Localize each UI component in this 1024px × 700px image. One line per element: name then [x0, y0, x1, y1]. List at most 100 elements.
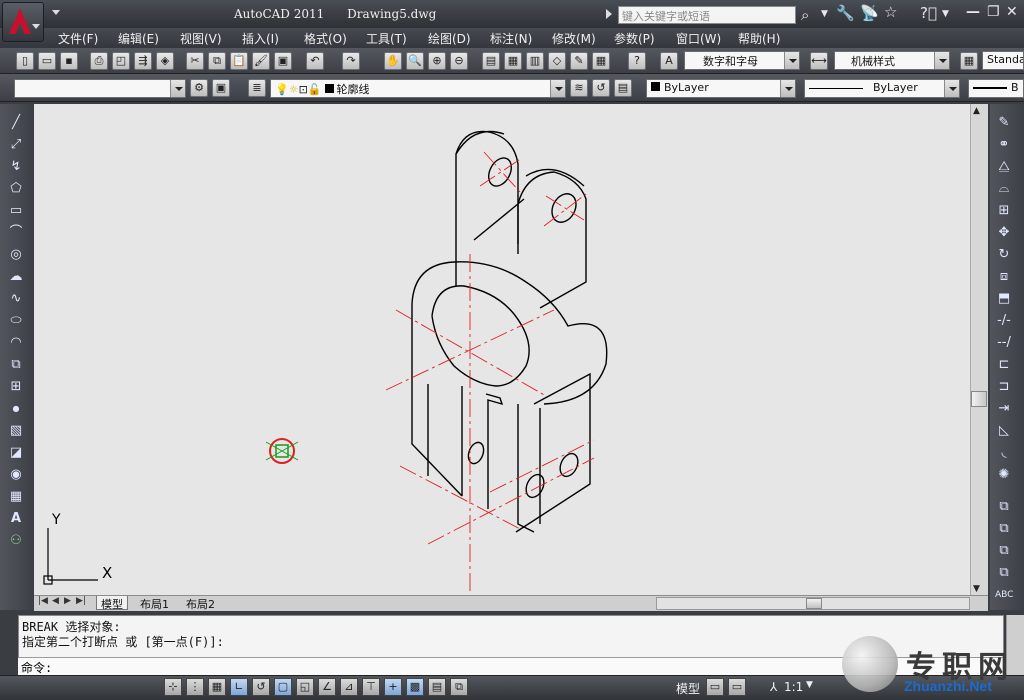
chevron-down-icon[interactable] — [170, 80, 185, 97]
menu-view[interactable]: 视图(V) — [180, 30, 222, 47]
dim-style-combo[interactable]: 机械样式 — [834, 51, 950, 70]
menu-format[interactable]: 格式(O) — [304, 30, 347, 47]
make-layer-current-icon[interactable]: ≋ — [570, 79, 588, 97]
quickcalc-icon[interactable]: ▦ — [592, 52, 610, 70]
text-icon[interactable]: A — [7, 510, 25, 528]
zoom-realtime-icon[interactable]: 🔍 — [406, 52, 424, 70]
fillet-icon[interactable]: ◟ — [995, 444, 1013, 462]
hatch-icon[interactable]: ▧ — [7, 422, 25, 440]
workspace-combo[interactable] — [14, 79, 186, 98]
send-back-icon[interactable]: ⧉ — [995, 520, 1013, 538]
table-style-combo[interactable]: Standa — [982, 51, 1024, 70]
search-expand-icon[interactable] — [606, 9, 612, 19]
array-icon[interactable]: ⊞ — [995, 202, 1013, 220]
favorites-star-icon[interactable]: ☆ — [884, 4, 897, 20]
bring-above-icon[interactable]: ⧉ — [995, 542, 1013, 560]
layer-previous-icon[interactable]: ↺ — [592, 79, 610, 97]
redo-icon[interactable]: ↷ — [342, 52, 360, 70]
make-block-icon[interactable]: ⊞ — [7, 378, 25, 396]
help-icon[interactable]: ?⃝ — [920, 5, 937, 21]
quick-properties-icon[interactable]: ▤ — [428, 678, 446, 696]
tab-next-icon[interactable]: ▶ — [64, 596, 71, 606]
restore-button[interactable]: ❐ — [987, 4, 1000, 20]
polar-tracking-icon[interactable]: ↺ — [252, 678, 270, 696]
tab-layout2[interactable]: 布局2 — [182, 596, 219, 611]
chamfer-icon[interactable]: ◺ — [995, 422, 1013, 440]
cut-icon[interactable]: ✂ — [186, 52, 204, 70]
revision-cloud-icon[interactable]: ☁ — [7, 268, 25, 286]
zoom-window-icon[interactable]: ⊕ — [428, 52, 446, 70]
application-menu-button[interactable] — [2, 2, 44, 42]
ellipse-arc-icon[interactable]: ◠ — [7, 334, 25, 352]
ellipse-icon[interactable]: ⬭ — [7, 312, 25, 330]
menu-insert[interactable]: 插入(I) — [242, 30, 279, 47]
color-combo[interactable]: ByLayer — [646, 79, 796, 98]
menu-edit[interactable]: 编辑(E) — [118, 30, 159, 47]
text-front-icon[interactable]: ABC — [995, 586, 1013, 604]
tab-last-icon[interactable]: ▶| — [76, 596, 86, 606]
close-button[interactable]: ✕ — [1006, 4, 1018, 20]
region-icon[interactable]: ◉ — [7, 466, 25, 484]
workspace-settings-icon[interactable]: ⚙ — [190, 79, 208, 97]
binoculars-icon[interactable]: ⌕ — [801, 7, 809, 23]
otrack-icon[interactable]: ∠ — [318, 678, 336, 696]
menu-file[interactable]: 文件(F) — [58, 30, 98, 47]
table-style-icon[interactable]: ▦ — [960, 52, 978, 70]
menu-draw[interactable]: 绘图(D) — [428, 30, 471, 47]
drawing-canvas[interactable]: Y X — [34, 104, 970, 595]
table-icon[interactable]: ▦ — [7, 488, 25, 506]
chevron-down-icon[interactable] — [934, 52, 949, 69]
join-icon[interactable]: ⇥ — [995, 400, 1013, 418]
offset-icon[interactable]: ⌓ — [995, 180, 1013, 198]
send-under-icon[interactable]: ⧉ — [995, 564, 1013, 582]
vertical-scroll-thumb[interactable] — [971, 391, 987, 407]
ortho-mode-icon[interactable]: ∟ — [230, 678, 248, 696]
break-at-point-icon[interactable]: ⊏ — [995, 356, 1013, 374]
move-icon[interactable]: ✥ — [995, 224, 1013, 242]
zoom-previous-icon[interactable]: ⊖ — [450, 52, 468, 70]
customize-icon[interactable]: ▣ — [212, 79, 230, 97]
menu-dimension[interactable]: 标注(N) — [490, 30, 532, 47]
menu-window[interactable]: 窗口(W) — [676, 30, 721, 47]
save-icon[interactable]: ▪ — [60, 52, 78, 70]
plot-preview-icon[interactable]: ◰ — [112, 52, 130, 70]
chevron-down-icon[interactable] — [550, 80, 565, 97]
match-properties-icon[interactable]: 🖌 — [252, 52, 270, 70]
line-icon[interactable]: ╱ — [7, 114, 25, 132]
polyline-icon[interactable]: ↯ — [7, 158, 25, 176]
copy-icon[interactable]: ⚭ — [995, 136, 1013, 154]
annotation-scale-value[interactable]: 1:1 — [784, 680, 803, 694]
subscription-center-icon[interactable]: 🔧 — [836, 5, 855, 21]
chevron-down-icon[interactable] — [784, 52, 799, 69]
linetype-combo[interactable]: ByLayer — [804, 79, 960, 98]
selection-cycling-icon[interactable]: ⧉ — [450, 678, 468, 696]
stretch-icon[interactable]: ⬒ — [995, 290, 1013, 308]
gradient-icon[interactable]: ◪ — [7, 444, 25, 462]
menu-tools[interactable]: 工具(T) — [366, 30, 407, 47]
circle-icon[interactable]: ◎ — [7, 246, 25, 264]
chevron-down-icon[interactable] — [780, 80, 795, 97]
tool-palettes-icon[interactable]: ▥ — [526, 52, 544, 70]
transparency-icon[interactable]: ▩ — [406, 678, 424, 696]
chevron-down-icon[interactable] — [944, 80, 959, 97]
spline-icon[interactable]: ∿ — [7, 290, 25, 308]
publish-icon[interactable]: ⇶ — [134, 52, 152, 70]
point-icon[interactable]: ● — [7, 400, 25, 418]
open-file-icon[interactable]: ▭ — [38, 52, 56, 70]
quick-view-layouts-icon[interactable]: ▭ — [706, 678, 724, 696]
copy-clip-icon[interactable]: ⧉ — [208, 52, 226, 70]
search-dropdown-icon[interactable]: ▼ — [821, 6, 828, 22]
plot-icon[interactable]: ⎙ — [90, 52, 108, 70]
sheet-set-icon[interactable]: ◇ — [548, 52, 566, 70]
text-style-icon[interactable]: A — [660, 52, 678, 70]
infer-constraints-icon[interactable]: ⊹ — [164, 678, 182, 696]
tab-model[interactable]: 模型 — [96, 596, 128, 611]
menu-parametric[interactable]: 参数(P) — [614, 30, 655, 47]
explode-icon[interactable]: ✺ — [995, 466, 1013, 484]
communication-center-icon[interactable]: 📡 — [860, 5, 879, 21]
design-center-icon[interactable]: ▦ — [504, 52, 522, 70]
vertical-scrollbar[interactable] — [970, 104, 988, 595]
minimize-button[interactable]: — — [966, 4, 980, 20]
help-toolbar-icon[interactable]: ? — [628, 52, 646, 70]
insert-block-icon[interactable]: ⧉ — [7, 356, 25, 374]
